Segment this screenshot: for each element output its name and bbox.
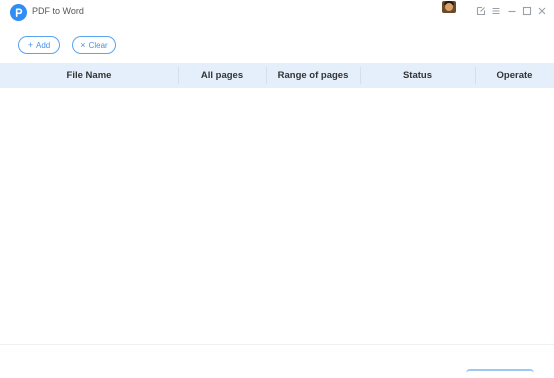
footer-bar: [0, 344, 554, 378]
convert-button[interactable]: [466, 369, 534, 378]
title-bar: PDF to Word: [0, 0, 554, 26]
file-table-header: File Name All pages Range of pages Statu…: [0, 63, 554, 88]
column-status[interactable]: Status: [360, 63, 475, 88]
clear-x-icon: ×: [80, 39, 86, 50]
maximize-icon[interactable]: [521, 5, 533, 17]
minimize-icon[interactable]: [506, 5, 518, 17]
add-button[interactable]: + Add: [18, 36, 60, 54]
app-logo-icon: [10, 4, 27, 21]
close-icon[interactable]: [536, 5, 548, 17]
column-range-of-pages[interactable]: Range of pages: [266, 63, 360, 88]
file-list[interactable]: [0, 88, 554, 344]
column-all-pages[interactable]: All pages: [178, 63, 266, 88]
column-operate[interactable]: Operate: [475, 63, 554, 88]
clear-button-label: Clear: [88, 40, 108, 50]
clear-button[interactable]: × Clear: [72, 36, 116, 54]
add-button-label: Add: [36, 40, 51, 50]
user-avatar[interactable]: [442, 1, 456, 13]
plus-icon: +: [27, 39, 34, 50]
menu-icon[interactable]: [490, 5, 502, 17]
app-title: PDF to Word: [32, 6, 84, 16]
edit-icon[interactable]: [475, 5, 487, 17]
column-file-name[interactable]: File Name: [0, 63, 178, 88]
